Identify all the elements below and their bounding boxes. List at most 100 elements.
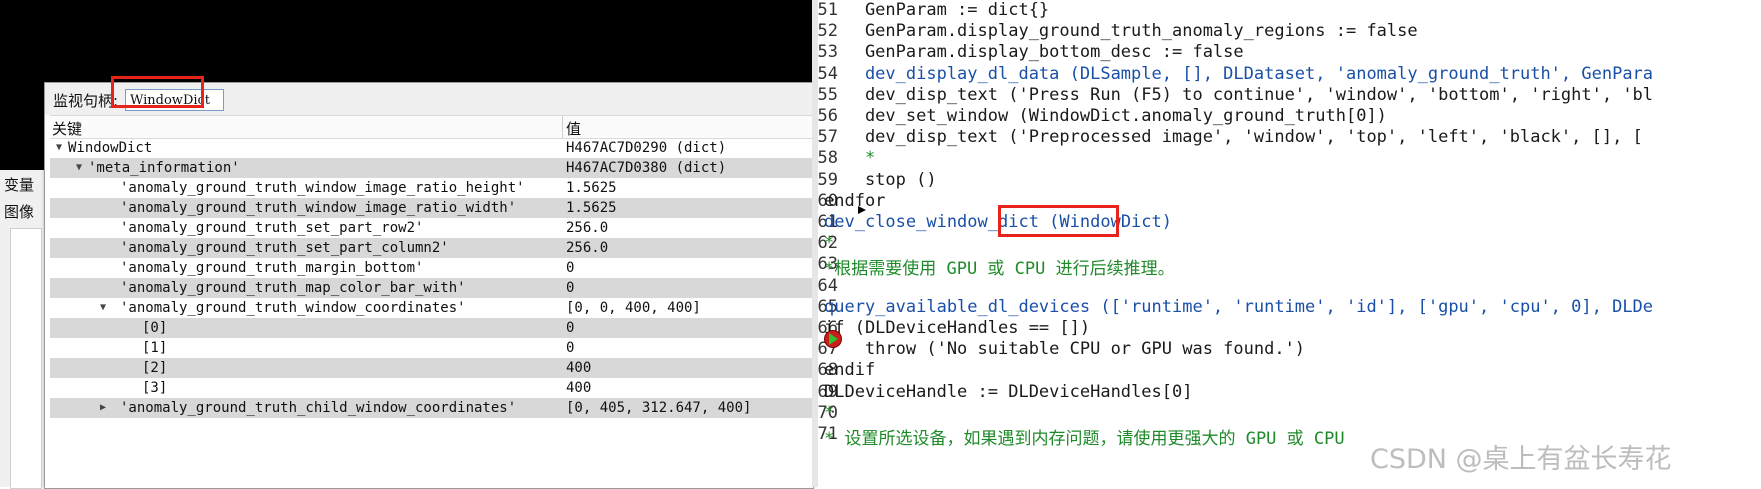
tree-row-value: 0: [566, 340, 575, 356]
code-token: dev_display_dl_data (DLSample, [], DLDat…: [824, 63, 1654, 84]
execution-pointer-icon: [858, 206, 866, 214]
code-token: throw ('No suitable CPU or GPU was found…: [824, 339, 1306, 360]
tree-row-value: 0: [566, 260, 575, 276]
tree-row[interactable]: ▼ 'meta_information' H467AC7D0380 (dict): [50, 158, 813, 178]
code-line[interactable]: GenParam := dict{}: [824, 0, 1049, 20]
tree-row-value: 1.5625: [566, 180, 617, 196]
code-token: *: [824, 233, 835, 254]
tree-row-value: [0, 0, 400, 400]: [566, 300, 701, 316]
tree-row[interactable]: [1] 0: [50, 338, 813, 358]
code-token: DLDeviceHandle := DLDeviceHandles[0]: [824, 381, 1193, 402]
code-editor[interactable]: 51 GenParam := dict{} 52 GenParam.display…: [812, 0, 1761, 487]
code-line[interactable]: DLDeviceHandle := DLDeviceHandles[0]: [824, 382, 1192, 402]
code-token: GenParam.display_ground_truth_anomaly_re…: [824, 21, 1418, 42]
collapse-triangle-icon[interactable]: ▼: [76, 158, 82, 178]
tree-row-key: 'anomaly_ground_truth_margin_bottom': [120, 260, 424, 276]
code-line[interactable]: query_available_dl_devices (['runtime', …: [824, 297, 1653, 317]
tree-row-key: [3]: [142, 380, 168, 396]
code-line[interactable]: dev_disp_text ('Preprocessed image', 'wi…: [824, 127, 1643, 147]
tree-row[interactable]: 'anomaly_ground_truth_set_part_column2' 2…: [50, 238, 813, 258]
tab-variables[interactable]: 变量: [4, 174, 34, 195]
code-token: dev_set_window (WindowDict.anomaly_groun…: [824, 106, 1387, 126]
code-line[interactable]: dev_display_dl_data (DLSample, [], DLDat…: [824, 64, 1653, 84]
code-token: *: [824, 148, 876, 169]
watch-tree: ▼ WindowDict H467AC7D0290 (dict) ▼ 'meta_inf…: [50, 138, 813, 418]
tree-row[interactable]: 'anomaly_ground_truth_set_part_row2' 256.…: [50, 218, 813, 238]
tree-row-value: 400: [566, 360, 592, 376]
watch-titlebar: 监视句柄: WindowDict: [45, 76, 813, 115]
tree-row-value: 256.0: [566, 220, 609, 236]
code-token: stop (): [824, 169, 937, 190]
tree-row-key: 'anomaly_ground_truth_window_image_ratio…: [120, 200, 517, 216]
tree-row[interactable]: ▼ 'anomaly_ground_truth_window_coordinate…: [50, 298, 813, 318]
tree-row-key: [0]: [142, 320, 168, 336]
expand-triangle-icon[interactable]: ▶: [100, 398, 106, 418]
code-line[interactable]: * 设置所选设备，如果遇到内存问题，请使用更强大的 GPU 或 CPU: [824, 424, 1345, 449]
code-line[interactable]: stop (): [824, 170, 937, 190]
tree-row-key: 'anomaly_ground_truth_set_part_column2': [120, 240, 449, 256]
tree-row[interactable]: 'anomaly_ground_truth_map_color_bar_with…: [50, 278, 813, 298]
tree-row[interactable]: [3] 400: [50, 378, 813, 398]
code-line[interactable]: if (DLDeviceHandles == []): [824, 318, 1090, 338]
code-token: if (DLDeviceHandles == []): [824, 318, 1091, 338]
code-token: query_available_dl_devices (['runtime', …: [824, 296, 1654, 317]
tree-row-key: 'anomaly_ground_truth_window_coordinates…: [120, 300, 466, 316]
column-header-key[interactable]: 关键: [52, 118, 82, 139]
tree-row-key: [1]: [142, 340, 168, 356]
tree-row-key: 'anomaly_ground_truth_set_part_row2': [120, 220, 424, 236]
variables-list: [10, 228, 42, 489]
code-token: *: [824, 402, 835, 423]
highlight-box-watch-handle: [111, 76, 204, 108]
code-token: dev_disp_text ('Press Run (F5) to contin…: [824, 84, 1654, 105]
code-line[interactable]: endfor: [824, 191, 885, 211]
tree-row-value: H467AC7D0380 (dict): [566, 160, 727, 176]
tree-row[interactable]: ▶ 'anomaly_ground_truth_child_window_coor…: [50, 398, 813, 418]
tree-row[interactable]: [0] 0: [50, 318, 813, 338]
tree-row-key: WindowDict: [68, 140, 153, 156]
code-line[interactable]: GenParam.display_bottom_desc := false: [824, 42, 1244, 62]
code-token: *根据需要使用 GPU 或 CPU 进行后续推理。: [824, 259, 1175, 280]
tree-row-value: 256.0: [566, 240, 609, 256]
tree-row-value: 1.5625: [566, 200, 617, 216]
watermark: CSDN @桌上有盆长寿花: [1370, 444, 1672, 475]
code-line[interactable]: *: [824, 403, 834, 423]
code-token: endif: [824, 360, 876, 381]
watch-handle-label: 监视句柄:: [53, 92, 119, 110]
tree-row-value: 0: [566, 320, 575, 336]
collapse-triangle-icon[interactable]: ▼: [100, 298, 106, 318]
breakpoint-arrow-icon: [829, 333, 838, 345]
code-line[interactable]: dev_disp_text ('Press Run (F5) to contin…: [824, 85, 1653, 105]
tree-row-value: [0, 405, 312.647, 400]: [566, 400, 752, 416]
code-line[interactable]: GenParam.display_ground_truth_anomaly_re…: [824, 21, 1418, 41]
tree-row-value: 400: [566, 380, 592, 396]
tree-row-key: 'meta_information': [88, 160, 240, 176]
line-number[interactable]: 64: [788, 276, 838, 296]
tree-row[interactable]: ▼ WindowDict H467AC7D0290 (dict): [50, 138, 813, 158]
collapse-triangle-icon[interactable]: ▼: [56, 138, 62, 158]
code-token: * 设置所选设备，如果遇到内存问题，请使用更强大的 GPU 或 CPU: [824, 429, 1345, 449]
tree-row[interactable]: 'anomaly_ground_truth_window_image_ratio…: [50, 198, 813, 218]
code-line[interactable]: dev_set_window (WindowDict.anomaly_groun…: [824, 106, 1387, 126]
tree-row-key: 'anomaly_ground_truth_map_color_bar_with…: [120, 280, 466, 296]
code-token: GenParam.display_bottom_desc := false: [824, 42, 1244, 63]
watch-table-header: 关键 值: [50, 115, 813, 139]
variables-panel: 变量 图像: [0, 170, 46, 489]
column-header-value[interactable]: 值: [566, 118, 581, 139]
tree-row-value: H467AC7D0290 (dict): [566, 140, 727, 156]
tree-row[interactable]: [2] 400: [50, 358, 813, 378]
tree-row[interactable]: 'anomaly_ground_truth_margin_bottom' 0: [50, 258, 813, 278]
code-token: GenParam := dict{}: [824, 0, 1050, 20]
tree-row-key: 'anomaly_ground_truth_window_image_ratio…: [120, 180, 525, 196]
column-divider[interactable]: [562, 116, 563, 138]
tree-row[interactable]: 'anomaly_ground_truth_window_image_ratio…: [50, 178, 813, 198]
highlight-box-close-window-arg: [998, 205, 1119, 237]
tree-row-key: [2]: [142, 360, 168, 376]
code-line[interactable]: endif: [824, 360, 875, 380]
code-line[interactable]: *根据需要使用 GPU 或 CPU 进行后续推理。: [824, 254, 1175, 279]
code-line[interactable]: throw ('No suitable CPU or GPU was found…: [824, 339, 1305, 359]
code-line[interactable]: *: [824, 233, 834, 253]
code-line[interactable]: *: [824, 148, 875, 168]
tree-row-value: 0: [566, 280, 575, 296]
tab-image[interactable]: 图像: [4, 201, 34, 222]
tree-row-key: 'anomaly_ground_truth_child_window_coord…: [120, 400, 517, 416]
